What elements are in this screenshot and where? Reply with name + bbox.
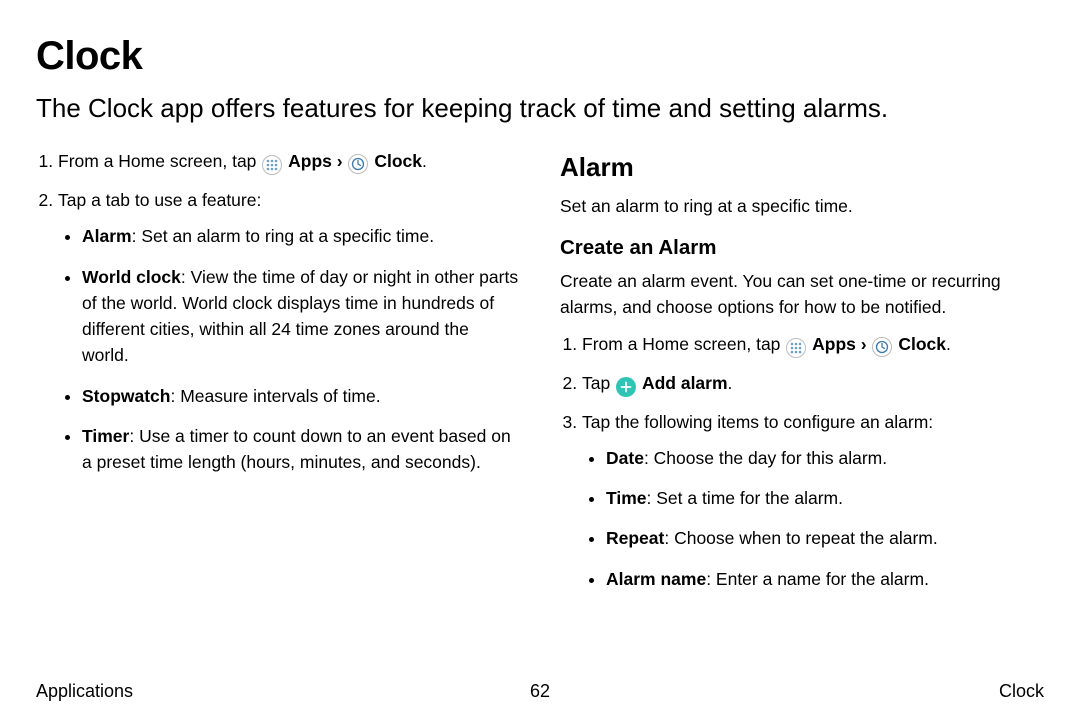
feature-desc: : Set an alarm to ring at a specific tim… bbox=[132, 226, 435, 246]
clock-label: Clock bbox=[374, 151, 422, 171]
config-name: Time bbox=[606, 488, 647, 508]
page-subtitle: The Clock app offers features for keepin… bbox=[36, 91, 1044, 126]
page-number: 62 bbox=[36, 681, 1044, 702]
add-icon bbox=[616, 377, 636, 397]
left-column: From a Home screen, tap Apps › Clock. Ta… bbox=[36, 148, 520, 606]
config-alarm-name: Alarm name: Enter a name for the alarm. bbox=[606, 566, 1044, 592]
config-time: Time: Set a time for the alarm. bbox=[606, 485, 1044, 511]
feature-world-clock: World clock: View the time of day or nig… bbox=[82, 264, 520, 369]
left-steps: From a Home screen, tap Apps › Clock. Ta… bbox=[36, 148, 520, 475]
config-repeat: Repeat: Choose when to repeat the alarm. bbox=[606, 525, 1044, 551]
config-date: Date: Choose the day for this alarm. bbox=[606, 445, 1044, 471]
apps-label: Apps bbox=[812, 334, 856, 354]
apps-label: Apps bbox=[288, 151, 332, 171]
page-footer: Applications 62 Clock bbox=[36, 681, 1044, 702]
feature-name: World clock bbox=[82, 267, 181, 287]
feature-alarm: Alarm: Set an alarm to ring at a specifi… bbox=[82, 223, 520, 249]
create-alarm-heading: Create an Alarm bbox=[560, 233, 1044, 264]
config-name: Repeat bbox=[606, 528, 664, 548]
left-step-2: Tap a tab to use a feature: Alarm: Set a… bbox=[58, 187, 520, 475]
feature-list: Alarm: Set an alarm to ring at a specifi… bbox=[58, 223, 520, 475]
feature-timer: Timer: Use a timer to count down to an e… bbox=[82, 423, 520, 476]
period: . bbox=[422, 151, 427, 171]
right-step-2: Tap Add alarm. bbox=[582, 370, 1044, 397]
config-desc: : Set a time for the alarm. bbox=[647, 488, 843, 508]
clock-icon bbox=[872, 337, 892, 357]
config-name: Date bbox=[606, 448, 644, 468]
config-desc: : Enter a name for the alarm. bbox=[706, 569, 929, 589]
period: . bbox=[728, 373, 733, 393]
alarm-heading: Alarm bbox=[560, 148, 1044, 187]
chevron-right-icon: › bbox=[861, 331, 867, 357]
feature-name: Stopwatch bbox=[82, 386, 170, 406]
apps-icon bbox=[262, 155, 282, 175]
right-step-1: From a Home screen, tap Apps › Clock. bbox=[582, 331, 1044, 358]
apps-icon bbox=[786, 338, 806, 358]
feature-name: Alarm bbox=[82, 226, 132, 246]
step-text: Tap bbox=[582, 373, 615, 393]
chevron-right-icon: › bbox=[337, 148, 343, 174]
add-alarm-label: Add alarm bbox=[642, 373, 728, 393]
content-columns: From a Home screen, tap Apps › Clock. Ta… bbox=[36, 148, 1044, 606]
feature-stopwatch: Stopwatch: Measure intervals of time. bbox=[82, 383, 520, 409]
page-title: Clock bbox=[36, 34, 1044, 79]
create-alarm-intro: Create an alarm event. You can set one-t… bbox=[560, 268, 1044, 321]
right-column: Alarm Set an alarm to ring at a specific… bbox=[560, 148, 1044, 606]
step-text: From a Home screen, tap bbox=[58, 151, 261, 171]
config-desc: : Choose the day for this alarm. bbox=[644, 448, 887, 468]
config-desc: : Choose when to repeat the alarm. bbox=[664, 528, 937, 548]
config-list: Date: Choose the day for this alarm. Tim… bbox=[582, 445, 1044, 592]
clock-label: Clock bbox=[898, 334, 946, 354]
feature-desc: : Measure intervals of time. bbox=[170, 386, 380, 406]
config-name: Alarm name bbox=[606, 569, 706, 589]
feature-desc: : Use a timer to count down to an event … bbox=[82, 426, 511, 472]
right-step-3: Tap the following items to configure an … bbox=[582, 409, 1044, 592]
step-text: From a Home screen, tap bbox=[582, 334, 785, 354]
left-step-1: From a Home screen, tap Apps › Clock. bbox=[58, 148, 520, 175]
clock-icon bbox=[348, 154, 368, 174]
step-text: Tap the following items to configure an … bbox=[582, 412, 933, 432]
feature-name: Timer bbox=[82, 426, 129, 446]
period: . bbox=[946, 334, 951, 354]
alarm-intro: Set an alarm to ring at a specific time. bbox=[560, 193, 1044, 219]
step-text: Tap a tab to use a feature: bbox=[58, 190, 261, 210]
right-steps: From a Home screen, tap Apps › Clock. Ta… bbox=[560, 331, 1044, 592]
